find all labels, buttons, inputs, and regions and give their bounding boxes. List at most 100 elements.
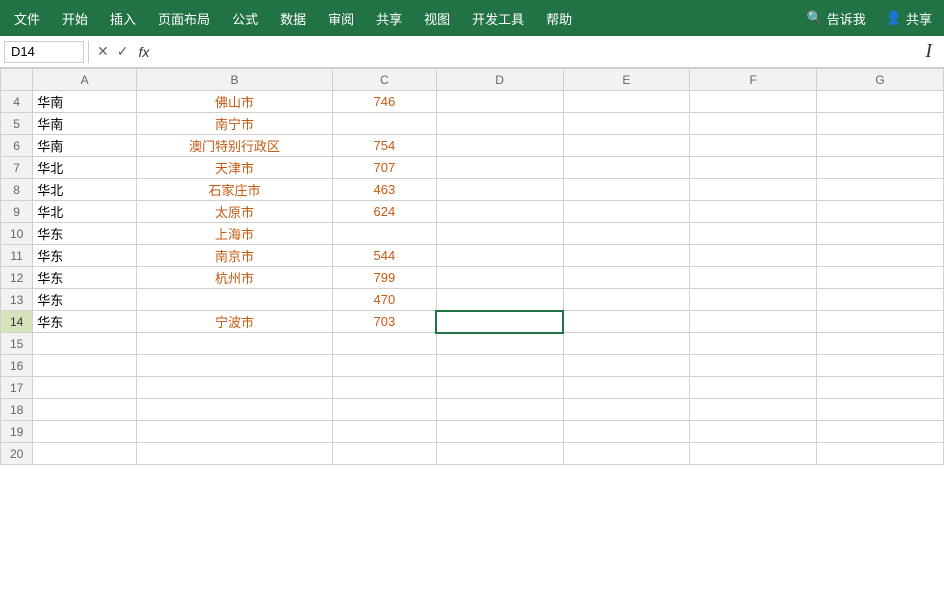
menu-help[interactable]: 帮助: [536, 5, 582, 32]
col-header-c[interactable]: C: [332, 69, 436, 91]
menu-page-layout[interactable]: 页面布局: [148, 5, 220, 32]
cell-e-19[interactable]: [563, 421, 690, 443]
cell-g-19[interactable]: [817, 421, 944, 443]
cell-g-9[interactable]: [817, 201, 944, 223]
cell-d-11[interactable]: [436, 245, 563, 267]
cell-f-12[interactable]: [690, 267, 817, 289]
cell-c-8[interactable]: 463: [332, 179, 436, 201]
cell-f-19[interactable]: [690, 421, 817, 443]
cell-d-12[interactable]: [436, 267, 563, 289]
cell-c-19[interactable]: [332, 421, 436, 443]
sheet-wrapper[interactable]: A B C D E F G 4华南佛山市7465华南南宁市6华南澳门特别行政区7…: [0, 68, 944, 603]
cell-a-8[interactable]: 华北: [33, 179, 137, 201]
cell-a-12[interactable]: 华东: [33, 267, 137, 289]
cell-g-18[interactable]: [817, 399, 944, 421]
cell-b-7[interactable]: 天津市: [137, 157, 333, 179]
cell-d-4[interactable]: [436, 91, 563, 113]
cell-f-14[interactable]: [690, 311, 817, 333]
cell-f-10[interactable]: [690, 223, 817, 245]
cell-a-9[interactable]: 华北: [33, 201, 137, 223]
col-header-a[interactable]: A: [33, 69, 137, 91]
cell-d-19[interactable]: [436, 421, 563, 443]
cell-d-7[interactable]: [436, 157, 563, 179]
cell-c-10[interactable]: [332, 223, 436, 245]
menu-file[interactable]: 文件: [4, 5, 50, 32]
cell-e-14[interactable]: [563, 311, 690, 333]
cell-e-13[interactable]: [563, 289, 690, 311]
cell-e-7[interactable]: [563, 157, 690, 179]
cell-b-5[interactable]: 南宁市: [137, 113, 333, 135]
cell-f-4[interactable]: [690, 91, 817, 113]
cell-a-16[interactable]: [33, 355, 137, 377]
cell-reference-box[interactable]: D14: [4, 41, 84, 63]
cell-b-12[interactable]: 杭州市: [137, 267, 333, 289]
cell-a-11[interactable]: 华东: [33, 245, 137, 267]
cell-e-17[interactable]: [563, 377, 690, 399]
menu-developer[interactable]: 开发工具: [462, 5, 534, 32]
cell-c-18[interactable]: [332, 399, 436, 421]
cell-e-18[interactable]: [563, 399, 690, 421]
cell-d-6[interactable]: [436, 135, 563, 157]
cell-d-5[interactable]: [436, 113, 563, 135]
menu-review[interactable]: 审阅: [318, 5, 364, 32]
menu-data[interactable]: 数据: [270, 5, 316, 32]
col-header-b[interactable]: B: [137, 69, 333, 91]
cell-d-15[interactable]: [436, 333, 563, 355]
cell-b-13[interactable]: [137, 289, 333, 311]
cell-a-4[interactable]: 华南: [33, 91, 137, 113]
cell-c-15[interactable]: [332, 333, 436, 355]
cell-e-12[interactable]: [563, 267, 690, 289]
confirm-icon[interactable]: ✓: [117, 43, 129, 60]
cell-e-6[interactable]: [563, 135, 690, 157]
cell-e-20[interactable]: [563, 443, 690, 465]
cell-e-4[interactable]: [563, 91, 690, 113]
cell-c-9[interactable]: 624: [332, 201, 436, 223]
cell-e-16[interactable]: [563, 355, 690, 377]
cell-b-19[interactable]: [137, 421, 333, 443]
cell-c-16[interactable]: [332, 355, 436, 377]
cell-a-7[interactable]: 华北: [33, 157, 137, 179]
menu-insert[interactable]: 插入: [100, 5, 146, 32]
cell-e-5[interactable]: [563, 113, 690, 135]
formula-input[interactable]: [153, 41, 925, 63]
cell-f-13[interactable]: [690, 289, 817, 311]
cell-b-17[interactable]: [137, 377, 333, 399]
cell-d-9[interactable]: [436, 201, 563, 223]
cell-a-17[interactable]: [33, 377, 137, 399]
cell-b-14[interactable]: 宁波市: [137, 311, 333, 333]
cell-g-15[interactable]: [817, 333, 944, 355]
cell-a-10[interactable]: 华东: [33, 223, 137, 245]
cell-g-7[interactable]: [817, 157, 944, 179]
cell-a-19[interactable]: [33, 421, 137, 443]
search-button[interactable]: 🔍 告诉我: [799, 5, 874, 32]
cell-f-8[interactable]: [690, 179, 817, 201]
cell-d-17[interactable]: [436, 377, 563, 399]
col-header-f[interactable]: F: [690, 69, 817, 91]
cell-c-6[interactable]: 754: [332, 135, 436, 157]
cell-f-17[interactable]: [690, 377, 817, 399]
col-header-g[interactable]: G: [817, 69, 944, 91]
cell-g-12[interactable]: [817, 267, 944, 289]
cell-d-20[interactable]: [436, 443, 563, 465]
cell-f-11[interactable]: [690, 245, 817, 267]
menu-view[interactable]: 视图: [414, 5, 460, 32]
cell-b-8[interactable]: 石家庄市: [137, 179, 333, 201]
cell-g-6[interactable]: [817, 135, 944, 157]
cell-e-11[interactable]: [563, 245, 690, 267]
share-button[interactable]: 👤 共享: [878, 5, 940, 32]
cell-f-5[interactable]: [690, 113, 817, 135]
cell-a-14[interactable]: 华东: [33, 311, 137, 333]
cell-a-20[interactable]: [33, 443, 137, 465]
cell-b-16[interactable]: [137, 355, 333, 377]
cell-f-20[interactable]: [690, 443, 817, 465]
cell-b-20[interactable]: [137, 443, 333, 465]
cell-b-6[interactable]: 澳门特别行政区: [137, 135, 333, 157]
cell-e-15[interactable]: [563, 333, 690, 355]
cell-a-6[interactable]: 华南: [33, 135, 137, 157]
cell-f-9[interactable]: [690, 201, 817, 223]
menu-home[interactable]: 开始: [52, 5, 98, 32]
cell-d-8[interactable]: [436, 179, 563, 201]
cell-c-11[interactable]: 544: [332, 245, 436, 267]
cell-d-10[interactable]: [436, 223, 563, 245]
menu-formula[interactable]: 公式: [222, 5, 268, 32]
